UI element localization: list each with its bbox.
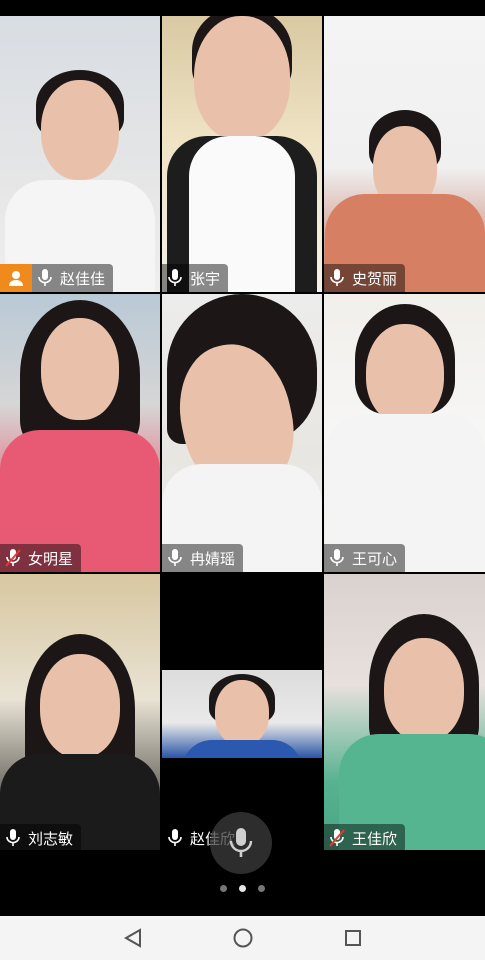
participant-name-label: 冉婧瑶 <box>162 544 244 572</box>
participant-silhouette <box>5 70 155 292</box>
participant-video <box>162 16 322 292</box>
recents-square-icon <box>344 930 361 946</box>
participant-video <box>0 16 160 292</box>
microphone-icon <box>229 828 253 857</box>
microphone-icon <box>168 829 182 846</box>
participant-name: 张宇 <box>190 269 221 288</box>
microphone-muted-icon <box>5 549 21 567</box>
system-navigation-bar <box>0 916 485 960</box>
participant-name-label: 赵佳佳 <box>32 264 114 292</box>
host-icon <box>0 264 32 292</box>
back-button[interactable] <box>113 918 153 958</box>
participant-silhouette <box>0 300 160 572</box>
participant-tile-8[interactable]: 赵佳欣 <box>162 574 322 852</box>
participant-tile-6[interactable]: 王可心 <box>324 294 485 572</box>
participant-name-label: 史贺丽 <box>324 264 406 292</box>
participant-name-label: 王可心 <box>324 544 406 572</box>
participant-video <box>0 574 160 852</box>
participant-name: 王可心 <box>352 549 398 568</box>
participant-name-label: 张宇 <box>162 264 229 292</box>
page-dot-3[interactable] <box>258 885 265 892</box>
participant-tile-2[interactable]: 张宇 <box>162 16 322 292</box>
participant-tile-7[interactable]: 刘志敏 <box>0 574 160 852</box>
participant-name: 女明星 <box>28 549 74 568</box>
microphone-icon <box>38 269 52 286</box>
participant-silhouette <box>167 16 317 292</box>
home-circle-icon <box>233 928 252 948</box>
participant-video <box>324 16 485 292</box>
video-grid: 赵佳佳 张宇 史贺丽 女明星 冉婧瑶 王可心 刘志敏 王佳欣 <box>0 16 485 852</box>
participant-video <box>324 574 485 852</box>
microphone-icon <box>330 269 344 286</box>
microphone-muted-icon <box>329 829 345 847</box>
microphone-icon <box>6 829 20 846</box>
page-dot-1[interactable] <box>220 885 227 892</box>
participant-tile-4[interactable]: 女明星 <box>0 294 160 572</box>
participant-tile-3[interactable]: 史贺丽 <box>324 16 485 292</box>
microphone-icon <box>168 269 182 286</box>
participant-name: 王佳欣 <box>352 829 398 848</box>
participant-tile-5[interactable]: 冉婧瑶 <box>162 294 322 572</box>
participant-name: 史贺丽 <box>352 269 398 288</box>
page-indicator <box>0 885 485 897</box>
participant-silhouette <box>325 304 485 572</box>
home-button[interactable] <box>223 918 263 958</box>
participant-name: 赵佳佳 <box>60 269 106 288</box>
microphone-icon <box>330 549 344 566</box>
participant-silhouette <box>162 294 322 572</box>
microphone-toggle-button[interactable] <box>210 812 272 874</box>
back-triangle-icon <box>123 928 141 948</box>
status-bar <box>0 0 485 16</box>
participant-video <box>324 294 485 572</box>
participant-mini-video <box>162 670 322 758</box>
participant-silhouette <box>0 634 160 852</box>
participant-video <box>162 574 322 852</box>
participant-name-label: 女明星 <box>0 544 82 572</box>
participant-name: 冉婧瑶 <box>190 549 236 568</box>
microphone-icon <box>168 549 182 566</box>
participant-name-label: 刘志敏 <box>0 824 82 852</box>
participant-video <box>0 294 160 572</box>
participant-video <box>162 294 322 572</box>
participant-tile-1[interactable]: 赵佳佳 <box>0 16 160 292</box>
participant-silhouette <box>339 614 485 852</box>
page-dot-2[interactable] <box>239 885 246 892</box>
participant-name-label: 王佳欣 <box>324 824 406 852</box>
recents-button[interactable] <box>333 918 373 958</box>
participant-tile-9[interactable]: 王佳欣 <box>324 574 485 852</box>
participant-name: 刘志敏 <box>28 829 74 848</box>
